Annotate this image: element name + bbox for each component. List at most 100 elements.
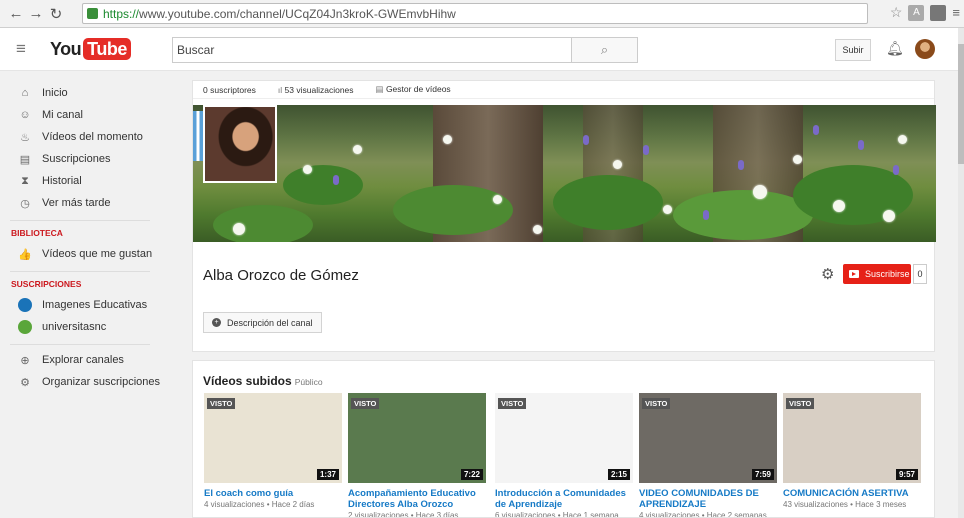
video-duration: 9:57 (895, 469, 918, 480)
watched-badge: VISTO (498, 398, 527, 409)
sidebar: ⌂ Inicio ☺ Mi canal ♨ Vídeos del momento ▤ Susc… (0, 72, 172, 518)
channel-name: Alba Orozco de Gómez (203, 267, 359, 284)
watched-badge: VISTO (786, 398, 815, 409)
user-icon: ☺ (19, 109, 31, 121)
watched-badge: VISTO (642, 398, 671, 409)
video-thumbnail[interactable]: VISTO 7:59 (639, 393, 777, 483)
sidebar-item-organizar-suscripciones[interactable]: ⚙ Organizar suscripciones (0, 371, 172, 393)
video-title[interactable]: Acompañamiento Educativo Directores Alba… (348, 488, 486, 510)
channel-description-button[interactable]: + Descripción del canal (203, 312, 322, 333)
video-thumbnail[interactable]: VISTO 1:37 (204, 393, 342, 483)
extension-icon[interactable]: A (908, 4, 925, 21)
url-scheme: https:// (103, 6, 140, 21)
video-manager-icon: ▤ (375, 84, 386, 94)
videos-heading: Vídeos subidos (203, 374, 292, 388)
channel-stats: 0 suscriptores ıl 53 visualizaciones ▤ G… (193, 81, 934, 99)
video-thumbnail[interactable]: VISTO 7:22 (348, 393, 486, 483)
sidebar-item-suscripciones[interactable]: ▤ Suscripciones (0, 148, 172, 170)
subscribe-button[interactable]: Suscribirse (843, 264, 911, 284)
visibility-label: Público (294, 377, 323, 387)
plus-circle-icon: ⊕ (20, 354, 30, 367)
sidebar-item-inicio[interactable]: ⌂ Inicio (0, 82, 172, 104)
menu-icon[interactable]: ≡ (952, 5, 960, 20)
subscriptions-heading: SUSCRIPCIONES (11, 279, 82, 289)
sidebar-item-v-deos-del-momento[interactable]: ♨ Vídeos del momento (0, 126, 172, 148)
sidebar-item-label: Historial (42, 175, 82, 187)
sidebar-subscription-item[interactable]: Imagenes Educativas (0, 294, 172, 316)
channel-header: 0 suscriptores ıl 53 visualizaciones ▤ G… (192, 80, 936, 352)
video-card[interactable]: VISTO 7:59 VIDEO COMUNIDADES DE APRENDIZAJ… (639, 393, 777, 518)
home-icon: ⌂ (21, 87, 29, 99)
site-header: ≡ You Tube Buscar ⌕ Subir 🔔︎ (0, 28, 958, 71)
bell-icon[interactable]: 🔔︎ (886, 40, 904, 57)
video-title[interactable]: Introducción a Comunidades de Aprendizaj… (495, 488, 633, 510)
video-manager-link[interactable]: ▤ Gestor de vídeos (376, 84, 451, 95)
video-card[interactable]: VISTO 9:57 COMUNICACIÓN ASERTIVA 43 visuali… (783, 393, 921, 509)
reload-icon[interactable]: ↻ (46, 5, 66, 23)
subscriptions-icon: ▤ (19, 153, 31, 166)
sidebar-item-mi-canal[interactable]: ☺ Mi canal (0, 104, 172, 126)
sidebar-subscription-item[interactable]: universitasnc (0, 316, 172, 338)
lock-icon (87, 8, 98, 19)
url-text: www.youtube.com/channel/UCqZ04Jn3kroK-GW… (139, 6, 456, 21)
watched-badge: VISTO (207, 398, 236, 409)
thumbs-up-icon: 👍 (18, 248, 32, 261)
scrollbar-thumb[interactable] (958, 44, 964, 164)
video-card[interactable]: VISTO 7:22 Acompañamiento Educativo Direct… (348, 393, 486, 518)
video-card[interactable]: VISTO 1:37 El coach como guía 4 visualizaci… (204, 393, 342, 509)
video-title[interactable]: COMUNICACIÓN ASERTIVA (783, 488, 921, 499)
back-icon[interactable]: ← (6, 5, 26, 22)
subscriber-count: 0 suscriptores (203, 84, 256, 95)
video-card[interactable]: VISTO 2:15 Introducción a Comunidades de A… (495, 393, 633, 518)
video-title[interactable]: El coach como guía (204, 488, 342, 499)
sidebar-item-v-deos-que-me-gustan[interactable]: 👍 Vídeos que me gustan (0, 243, 172, 265)
sidebar-item-label: universitasnc (42, 321, 107, 333)
divider (10, 271, 150, 272)
search-input[interactable]: Buscar (172, 37, 572, 63)
video-duration: 7:59 (751, 469, 774, 480)
address-bar[interactable]: https://www.youtube.com/channel/UCqZ04Jn… (82, 3, 868, 24)
history-icon: ⧗ (21, 174, 29, 187)
plus-icon: + (212, 318, 221, 327)
upload-button[interactable]: Subir (835, 39, 871, 61)
video-thumbnail[interactable]: VISTO 2:15 (495, 393, 633, 483)
channel-description-label: Descripción del canal (227, 317, 313, 328)
star-icon[interactable]: ☆ (890, 4, 903, 21)
video-thumbnail[interactable]: VISTO 9:57 (783, 393, 921, 483)
flag-image (193, 111, 203, 161)
bar-chart-icon: ıl (277, 84, 285, 95)
sidebar-item-label: Organizar suscripciones (42, 376, 160, 388)
video-duration: 1:37 (316, 469, 339, 480)
video-duration: 2:15 (607, 469, 630, 480)
section-title: Vídeos subidos Público (203, 374, 323, 388)
video-meta: 43 visualizaciones • Hace 3 meses (783, 500, 907, 509)
youtube-play-icon (849, 270, 859, 278)
clock-icon: ◷ (20, 197, 30, 210)
video-meta: 6 visualizaciones • Hace 1 semana (495, 511, 619, 518)
hamburger-icon[interactable]: ≡ (16, 39, 26, 59)
sidebar-item-historial[interactable]: ⧗ Historial (0, 170, 172, 192)
divider (10, 220, 150, 221)
video-meta: 4 visualizaciones • Hace 2 días (204, 500, 315, 509)
channel-banner (193, 105, 936, 242)
sidebar-item-label: Imagenes Educativas (42, 299, 148, 311)
page-scrollbar[interactable] (958, 28, 964, 518)
youtube-logo[interactable]: You Tube (50, 38, 131, 60)
channel-avatar[interactable] (203, 105, 277, 183)
search-icon: ⌕ (600, 42, 609, 57)
divider (10, 344, 150, 345)
search-button[interactable]: ⌕ (572, 37, 638, 63)
channel-icon (18, 320, 32, 334)
logo-you: You (50, 38, 82, 59)
avatar[interactable] (915, 39, 935, 59)
video-meta: 4 visualizaciones • Hace 2 semanas (639, 511, 767, 518)
forward-icon[interactable]: → (26, 5, 46, 22)
sidebar-item-explorar-canales[interactable]: ⊕ Explorar canales (0, 349, 172, 371)
sidebar-item-label: Mi canal (42, 109, 83, 121)
video-title[interactable]: VIDEO COMUNIDADES DE APRENDIZAJE (639, 488, 777, 510)
sidebar-item-ver-m-s-tarde[interactable]: ◷ Ver más tarde (0, 192, 172, 214)
sidebar-item-label: Vídeos que me gustan (42, 248, 153, 260)
channel-settings-icon[interactable]: ⚙ (821, 265, 834, 283)
video-meta: 2 visualizaciones • Hace 3 días (348, 511, 459, 518)
extension-icon-2[interactable] (930, 4, 947, 21)
